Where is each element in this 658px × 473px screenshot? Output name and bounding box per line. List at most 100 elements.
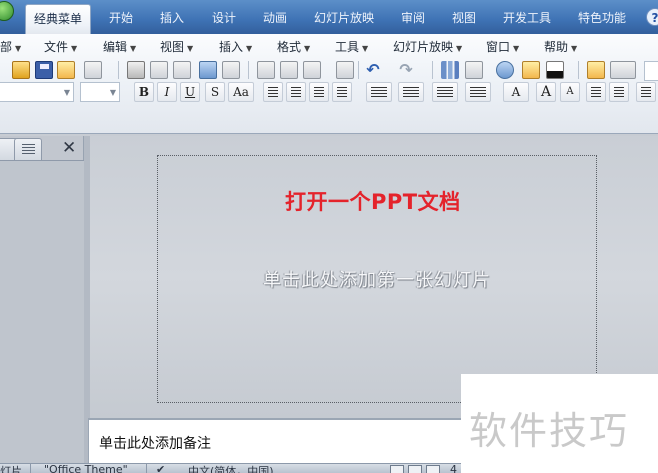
align-center-icon[interactable]	[286, 82, 306, 102]
normal-view-icon[interactable]	[390, 465, 404, 473]
tab-outline[interactable]	[14, 138, 42, 160]
align-left-icon[interactable]	[263, 82, 283, 102]
add-first-slide-placeholder[interactable]: 单击此处添加第一张幻灯片	[158, 266, 596, 292]
menu-view[interactable]: 视图 ▼	[160, 38, 193, 56]
shrink-font-button[interactable]: A	[560, 82, 580, 102]
preview-icon[interactable]	[150, 61, 168, 79]
chevron-down-icon: ▼	[571, 44, 578, 53]
chevron-down-icon: ▼	[109, 88, 116, 97]
tab-slideshow[interactable]: 幻灯片放映	[307, 6, 381, 30]
research-icon[interactable]	[222, 61, 240, 79]
table-icon[interactable]	[465, 61, 483, 79]
tab-view[interactable]: 视图	[443, 6, 485, 30]
status-divider	[30, 464, 31, 473]
theme-name: "Office Theme"	[44, 463, 128, 473]
menu-insert[interactable]: 插入 ▼	[219, 38, 252, 56]
menu-label: 插入	[219, 40, 244, 54]
menu-label: 工具	[335, 40, 360, 54]
close-icon[interactable]: ✕	[62, 140, 76, 157]
menu-slideshow[interactable]: 幻灯片放映 ▼	[393, 38, 462, 56]
slideshow-view-icon[interactable]	[426, 465, 440, 473]
undo-icon[interactable]: ↶	[364, 61, 382, 79]
layout-dropdown-icon[interactable]	[610, 61, 636, 79]
chevron-down-icon: ▼	[513, 44, 520, 53]
increase-indent-icon[interactable]	[609, 82, 629, 102]
align-right-icon[interactable]	[309, 82, 329, 102]
toolbar-divider	[248, 61, 249, 79]
print-icon[interactable]	[127, 61, 145, 79]
chevron-down-icon: ▼	[456, 44, 463, 53]
chevron-down-icon: ▼	[15, 44, 22, 53]
italic-button[interactable]: I	[157, 82, 177, 102]
decrease-indent-icon[interactable]	[586, 82, 606, 102]
paste-icon[interactable]	[303, 61, 321, 79]
help-icon[interactable]: ?	[646, 8, 658, 26]
tab-home[interactable]: 开始	[100, 6, 142, 30]
zoom-level[interactable]: 4	[450, 464, 457, 473]
redo-icon[interactable]: ↷	[397, 61, 415, 79]
tab-special-features[interactable]: 特色功能	[570, 6, 634, 30]
grow-font-button[interactable]: A	[536, 82, 556, 102]
bold-button[interactable]: B	[134, 82, 154, 102]
menu-file[interactable]: 文件 ▼	[44, 38, 77, 56]
chevron-down-icon: ▼	[130, 44, 137, 53]
font-color-button[interactable]: A	[503, 82, 529, 102]
slide-sorter-view-icon[interactable]	[408, 465, 422, 473]
tab-developer[interactable]: 开发工具	[496, 6, 558, 30]
toolbar-divider	[432, 61, 433, 79]
bullets-icon[interactable]	[465, 82, 491, 102]
slide-canvas[interactable]: 打开一个PPT文档 单击此处添加第一张幻灯片	[157, 155, 597, 403]
tab-design[interactable]: 设计	[203, 6, 245, 30]
menu-label: 视图	[160, 40, 185, 54]
clipart-icon[interactable]	[496, 61, 514, 79]
chevron-down-icon: ▼	[304, 44, 311, 53]
change-case-button[interactable]: Aa	[228, 82, 254, 102]
style-combo[interactable]	[644, 61, 658, 81]
slides-thumbnail-list[interactable]	[0, 160, 84, 463]
cut-icon[interactable]	[257, 61, 275, 79]
open-folder-icon[interactable]	[12, 61, 30, 79]
shadow-button[interactable]: S	[205, 82, 225, 102]
tutorial-annotation: 打开一个PPT文档	[285, 190, 461, 214]
tab-review[interactable]: 审阅	[392, 6, 434, 30]
menu-all[interactable]: 部 ▼	[0, 38, 21, 56]
text-direction-icon[interactable]	[398, 82, 424, 102]
menu-window[interactable]: 窗口 ▼	[486, 38, 519, 56]
font-size-combo[interactable]: ▼	[80, 82, 120, 102]
spellcheck-icon[interactable]: ✔	[156, 464, 165, 473]
tab-animation[interactable]: 动画	[254, 6, 296, 30]
spelling-icon[interactable]	[199, 61, 217, 79]
chevron-down-icon: ▼	[362, 44, 369, 53]
chevron-down-icon: ▼	[246, 44, 253, 53]
justify-icon[interactable]	[332, 82, 352, 102]
insert-picture-icon[interactable]	[522, 61, 540, 79]
menu-label: 帮助	[544, 40, 569, 54]
line-spacing-icon[interactable]	[636, 82, 656, 102]
copy-icon[interactable]	[280, 61, 298, 79]
chart-icon[interactable]	[441, 61, 459, 79]
print-preview-icon[interactable]	[84, 61, 102, 79]
format-painter-icon[interactable]	[336, 61, 354, 79]
menu-help[interactable]: 帮助 ▼	[544, 38, 577, 56]
font-name-combo[interactable]: ▼	[0, 82, 74, 102]
notes-placeholder[interactable]: 单击此处添加备注	[99, 433, 211, 453]
new-slide-icon[interactable]	[587, 61, 605, 79]
office-button-icon[interactable]	[0, 1, 14, 21]
tab-insert[interactable]: 插入	[151, 6, 193, 30]
menu-tools[interactable]: 工具 ▼	[335, 38, 368, 56]
menu-label: 部	[0, 40, 13, 54]
language-indicator[interactable]: 中文(简体，中国)	[188, 464, 274, 473]
underline-button[interactable]: U	[180, 82, 200, 102]
numbering-icon[interactable]	[432, 82, 458, 102]
columns-icon[interactable]	[366, 82, 392, 102]
tab-classic-menu[interactable]: 经典菜单	[25, 4, 91, 34]
menu-edit[interactable]: 编辑 ▼	[103, 38, 136, 56]
status-divider	[146, 464, 147, 473]
color-icon[interactable]	[546, 61, 564, 79]
layout-icon[interactable]	[173, 61, 191, 79]
menu-format[interactable]: 格式 ▼	[277, 38, 310, 56]
menu-label: 编辑	[103, 40, 128, 54]
permission-icon[interactable]	[57, 61, 75, 79]
save-icon[interactable]	[35, 61, 53, 79]
chevron-down-icon: ▼	[187, 44, 194, 53]
